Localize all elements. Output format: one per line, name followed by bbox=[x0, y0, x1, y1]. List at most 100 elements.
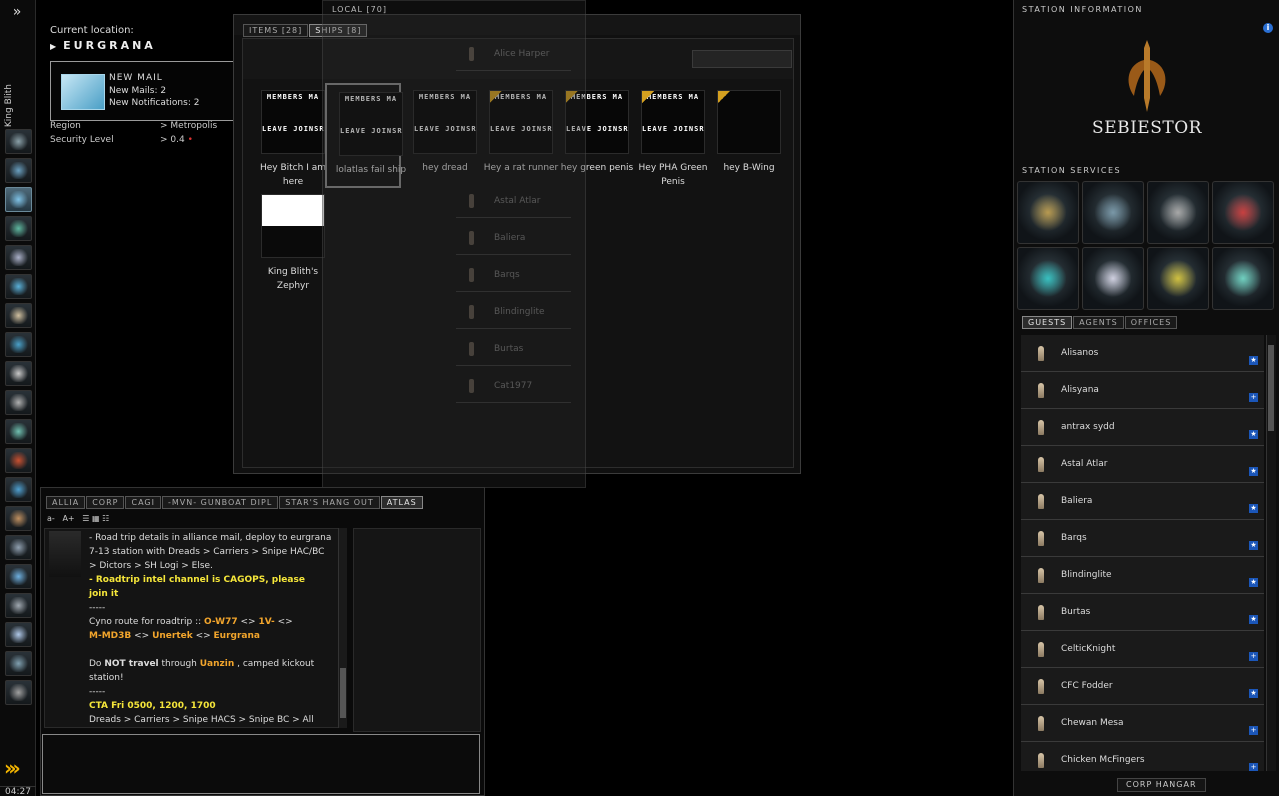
chat-tab-1[interactable]: CORP bbox=[86, 496, 125, 509]
browser-icon[interactable] bbox=[5, 477, 32, 502]
ship-upgrade-icon[interactable] bbox=[5, 448, 32, 473]
local-member-name: Astal Atlar bbox=[494, 196, 541, 206]
station-tab-agents[interactable]: AGENTS bbox=[1073, 316, 1124, 329]
chat-tab-2[interactable]: CAGI bbox=[125, 496, 161, 509]
reprocessing-icon[interactable] bbox=[1017, 247, 1079, 310]
guest-row[interactable]: Blindinglite ★ bbox=[1021, 557, 1264, 594]
book-icon-glyph bbox=[9, 510, 28, 527]
industry-icon[interactable] bbox=[5, 680, 32, 705]
info-icon[interactable]: i bbox=[1263, 23, 1273, 33]
guest-row[interactable]: CFC Fodder ★ bbox=[1021, 668, 1264, 705]
local-member[interactable]: Burtas bbox=[456, 333, 571, 366]
chat-tab-4[interactable]: STAR'S HANG OUT bbox=[279, 496, 380, 509]
bounty-office-icon[interactable] bbox=[1017, 181, 1079, 244]
guest-row[interactable]: Alisanos ★ bbox=[1021, 335, 1264, 372]
medal-icon[interactable] bbox=[5, 593, 32, 618]
medical-icon[interactable] bbox=[1212, 247, 1274, 310]
station-tab-offices[interactable]: OFFICES bbox=[1124, 316, 1178, 329]
insurance-icon-glyph bbox=[1095, 260, 1131, 297]
star-map-icon[interactable] bbox=[5, 361, 32, 386]
chat-text: station! bbox=[89, 673, 124, 683]
insurance-icon[interactable] bbox=[1082, 247, 1144, 310]
map-icon[interactable] bbox=[5, 274, 32, 299]
corporation-icon[interactable] bbox=[5, 332, 32, 357]
guest-name: Alisyana bbox=[1061, 385, 1099, 395]
chat-text: ----- bbox=[89, 603, 106, 613]
font-larger-button[interactable]: A+ bbox=[62, 514, 74, 523]
local-member[interactable]: Cat1977 bbox=[456, 370, 571, 403]
corp-hangar-button[interactable]: CORP HANGAR bbox=[1117, 778, 1206, 792]
people-icon[interactable] bbox=[5, 564, 32, 589]
recycle-icon[interactable] bbox=[1147, 247, 1209, 310]
science-icon[interactable] bbox=[5, 419, 32, 444]
person-icon bbox=[1038, 420, 1044, 435]
local-member-name: Cat1977 bbox=[494, 381, 533, 391]
medal-icon-glyph bbox=[9, 597, 28, 614]
guest-name: antrax sydd bbox=[1061, 422, 1115, 432]
chat-tab-5[interactable]: ATLAS bbox=[380, 496, 423, 509]
region-value[interactable]: > Metropolis bbox=[160, 121, 217, 131]
person-icon bbox=[469, 342, 474, 356]
assets-icon[interactable] bbox=[5, 245, 32, 270]
guest-row[interactable]: Alisyana + bbox=[1021, 372, 1264, 409]
agents-icon[interactable] bbox=[1212, 181, 1274, 244]
chat-tab-0[interactable]: ALLIA bbox=[46, 496, 86, 509]
chat-scrollbar[interactable] bbox=[338, 528, 347, 728]
chat-tab-3[interactable]: -MVN- GUNBOAT DIPL bbox=[161, 496, 279, 509]
tab-items[interactable]: ITEMS [28] bbox=[243, 24, 309, 37]
list-view-icon[interactable]: ☰ ▦ ☷ bbox=[82, 514, 109, 523]
item-box-icon[interactable] bbox=[5, 390, 32, 415]
guest-scrollbar[interactable] bbox=[1266, 335, 1276, 771]
standing-icon: + bbox=[1249, 763, 1258, 771]
chat-input[interactable] bbox=[42, 734, 480, 794]
local-member[interactable]: Barqs bbox=[456, 259, 571, 292]
station-tabs: GUESTS AGENTS OFFICES bbox=[1022, 316, 1178, 329]
person-icon bbox=[1038, 346, 1044, 361]
journal-icon[interactable] bbox=[5, 303, 32, 328]
neocom-expand-icon[interactable]: ››› bbox=[4, 756, 21, 780]
chat-text: O-W77 bbox=[204, 617, 238, 627]
guest-row[interactable]: Burtas ★ bbox=[1021, 594, 1264, 631]
help-icon[interactable] bbox=[5, 622, 32, 647]
guest-row[interactable]: Astal Atlar ★ bbox=[1021, 446, 1264, 483]
headset-icon[interactable] bbox=[5, 535, 32, 560]
local-member[interactable]: Astal Atlar bbox=[456, 185, 571, 218]
local-chat-window: LOCAL [70] Alice Harper Astal Atlar Balier… bbox=[322, 0, 586, 488]
drone-icon[interactable] bbox=[5, 651, 32, 676]
local-member[interactable]: Alice Harper bbox=[456, 38, 571, 71]
guest-row[interactable]: Barqs ★ bbox=[1021, 520, 1264, 557]
local-title[interactable]: LOCAL [70] bbox=[332, 5, 387, 14]
person-icon bbox=[1038, 568, 1044, 583]
ship-item[interactable]: MEMBERS MA LEAVE JOINSR Hey Bitch I am her… bbox=[249, 83, 326, 188]
station-services-title: STATION SERVICES bbox=[1022, 166, 1122, 175]
ship-item[interactable]: King Blith's Zephyr bbox=[249, 187, 325, 292]
guest-row[interactable]: antrax sydd ★ bbox=[1021, 409, 1264, 446]
station-tab-guests[interactable]: GUESTS bbox=[1022, 316, 1073, 329]
character-name[interactable]: King Blith bbox=[4, 84, 14, 127]
local-member[interactable]: Baliera bbox=[456, 222, 571, 255]
chat-line: > Dictors > SH Logi > Else. bbox=[89, 559, 213, 573]
chat-line: station! bbox=[89, 671, 124, 685]
guest-row[interactable]: Chicken McFingers + bbox=[1021, 742, 1264, 771]
local-member[interactable]: Blindinglite bbox=[456, 296, 571, 329]
ship-item[interactable]: hey B-Wing bbox=[705, 83, 781, 188]
security-office-icon[interactable] bbox=[1147, 181, 1209, 244]
recycle-icon-glyph bbox=[1160, 260, 1196, 297]
character-sheet-icon[interactable] bbox=[5, 129, 32, 154]
mail-icon[interactable] bbox=[5, 187, 32, 212]
market-icon[interactable] bbox=[5, 158, 32, 183]
neocom-menu-icon[interactable]: » bbox=[6, 4, 28, 24]
font-smaller-button[interactable]: a- bbox=[47, 514, 55, 523]
fittings-icon[interactable] bbox=[5, 216, 32, 241]
local-member-name: Barqs bbox=[494, 270, 520, 280]
fitting-service-icon[interactable] bbox=[1082, 181, 1144, 244]
book-icon[interactable] bbox=[5, 506, 32, 531]
guest-row[interactable]: Baliera ★ bbox=[1021, 483, 1264, 520]
guest-row[interactable]: CelticKnight + bbox=[1021, 631, 1264, 668]
chat-text: - Road trip details in alliance mail, de… bbox=[89, 533, 332, 543]
chat-line: - Road trip details in alliance mail, de… bbox=[89, 531, 331, 545]
guest-row[interactable]: Chewan Mesa + bbox=[1021, 705, 1264, 742]
ship-item[interactable]: MEMBERS MA LEAVE JOINSR Hey PHA Green Peni… bbox=[629, 83, 707, 188]
industry-icon-glyph bbox=[9, 684, 28, 701]
hangar-search-input[interactable] bbox=[692, 50, 792, 68]
